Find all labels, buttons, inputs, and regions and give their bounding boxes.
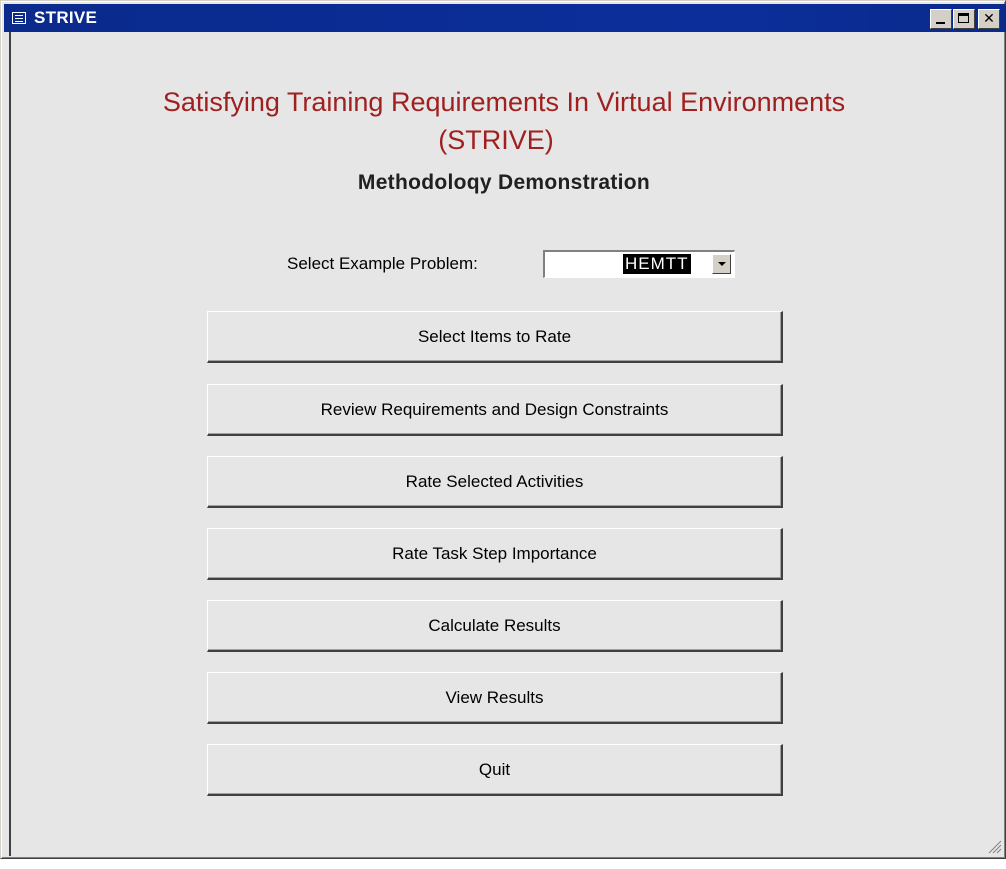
- select-items-to-rate-button[interactable]: Select Items to Rate: [207, 311, 783, 363]
- window-title: STRIVE: [34, 8, 98, 27]
- minimize-icon: [936, 22, 945, 24]
- calculate-results-button[interactable]: Calculate Results: [207, 600, 783, 652]
- rate-task-step-importance-button[interactable]: Rate Task Step Importance: [207, 528, 783, 580]
- quit-button[interactable]: Quit: [207, 744, 783, 796]
- example-problem-value[interactable]: HEMTT: [623, 254, 691, 274]
- rate-selected-activities-button[interactable]: Rate Selected Activities: [207, 456, 783, 508]
- maximize-button[interactable]: [953, 9, 975, 29]
- close-button[interactable]: ✕: [978, 9, 1000, 29]
- form-icon: [12, 12, 26, 24]
- form-subheading: Methodoloqy Demonstration: [357, 171, 651, 194]
- form-heading-acronym: (STRIVE): [438, 125, 554, 155]
- example-problem-label: Select Example Problem:: [287, 254, 478, 273]
- example-problem-combo[interactable]: HEMTT: [543, 250, 735, 278]
- review-requirements-button[interactable]: Review Requirements and Design Constrain…: [207, 384, 783, 436]
- title-bar[interactable]: STRIVE ✕: [4, 4, 1006, 32]
- maximize-icon: [958, 13, 969, 23]
- close-icon: ✕: [983, 10, 995, 27]
- view-results-button[interactable]: View Results: [207, 672, 783, 724]
- strive-window: STRIVE ✕ Satisfying Training Requirement…: [0, 0, 1006, 859]
- minimize-button[interactable]: [930, 9, 952, 29]
- form-heading: Satisfying Training Requirements In Virt…: [162, 87, 846, 117]
- resize-grip-icon[interactable]: [986, 838, 1002, 854]
- dropdown-arrow-icon[interactable]: [712, 254, 731, 274]
